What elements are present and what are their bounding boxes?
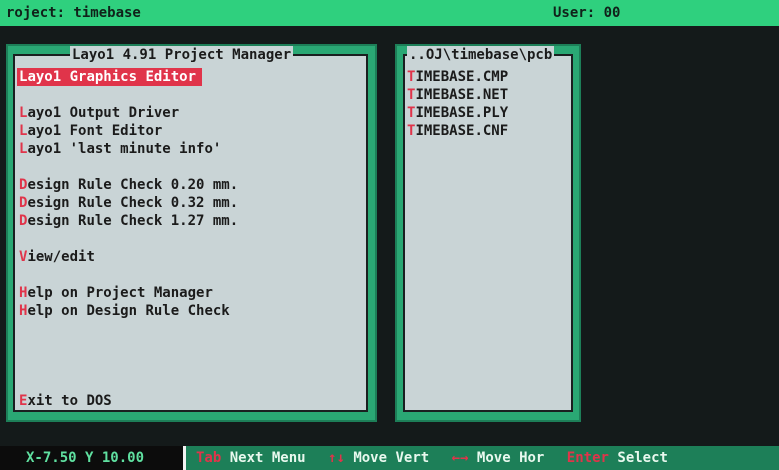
- project-manager-title: Layo1 4.91 Project Manager: [70, 46, 294, 64]
- key-hint-move-hor: ←→ Move Hor: [451, 450, 545, 466]
- menu-item-font-editor[interactable]: Layo1 Font Editor: [17, 122, 362, 140]
- menu-item-help-project-manager[interactable]: Help on Project Manager: [17, 284, 362, 302]
- title-bar: roject: timebase User: 00: [0, 0, 779, 26]
- menu-item-exit-to-dos[interactable]: Exit to DOS: [17, 392, 362, 410]
- key-hint-next-menu: Tab Next Menu: [196, 450, 306, 466]
- key-hints: Tab Next Menu ↑↓ Move Vert ←→ Move Hor E…: [196, 449, 682, 467]
- key-hint-select: Enter Select: [566, 450, 668, 466]
- file-item-cmp[interactable]: TIMEBASE.CMP: [407, 68, 508, 86]
- status-bar: X-7.50 Y 10.00 Tab Next Menu ↑↓ Move Ver…: [0, 446, 779, 470]
- project-manager-menu-area: Layo1 4.91 Project Manager Layo1 Graphic…: [13, 46, 368, 412]
- menu-item-last-minute-info[interactable]: Layo1 'last minute info': [17, 140, 362, 158]
- file-list-panel: ..OJ\timebase\pcb TIMEBASE.CMP TIMEBASE.…: [395, 44, 581, 422]
- menu-item-drc-032[interactable]: Design Rule Check 0.32 mm.: [17, 194, 362, 212]
- file-list-path: ..OJ\timebase\pcb: [407, 46, 555, 64]
- project-manager-menu: Layo1 Graphics Editor Layo1 Output Drive…: [17, 68, 362, 410]
- menu-item-graphics-editor[interactable]: Layo1 Graphics Editor: [17, 68, 203, 86]
- file-item-net[interactable]: TIMEBASE.NET: [407, 86, 508, 104]
- menu-item-drc-127[interactable]: Design Rule Check 1.27 mm.: [17, 212, 362, 230]
- menu-item-output-driver[interactable]: Layo1 Output Driver: [17, 104, 362, 122]
- file-item-ply[interactable]: TIMEBASE.PLY: [407, 104, 508, 122]
- key-hint-move-vert: ↑↓ Move Vert: [328, 450, 430, 466]
- menu-item-view-edit[interactable]: View/edit: [17, 248, 362, 266]
- cursor-coordinates: X-7.50 Y 10.00: [0, 446, 186, 470]
- menu-item-drc-020[interactable]: Design Rule Check 0.20 mm.: [17, 176, 362, 194]
- user-id: User: 00: [553, 5, 621, 21]
- file-item-cnf[interactable]: TIMEBASE.CNF: [407, 122, 508, 140]
- file-list: TIMEBASE.CMP TIMEBASE.NET TIMEBASE.PLY T…: [407, 68, 508, 140]
- project-manager-panel: Layo1 4.91 Project Manager Layo1 Graphic…: [6, 44, 377, 422]
- file-list-area: ..OJ\timebase\pcb TIMEBASE.CMP TIMEBASE.…: [403, 46, 573, 412]
- project-name: roject: timebase: [6, 5, 141, 21]
- menu-item-help-drc[interactable]: Help on Design Rule Check: [17, 302, 362, 320]
